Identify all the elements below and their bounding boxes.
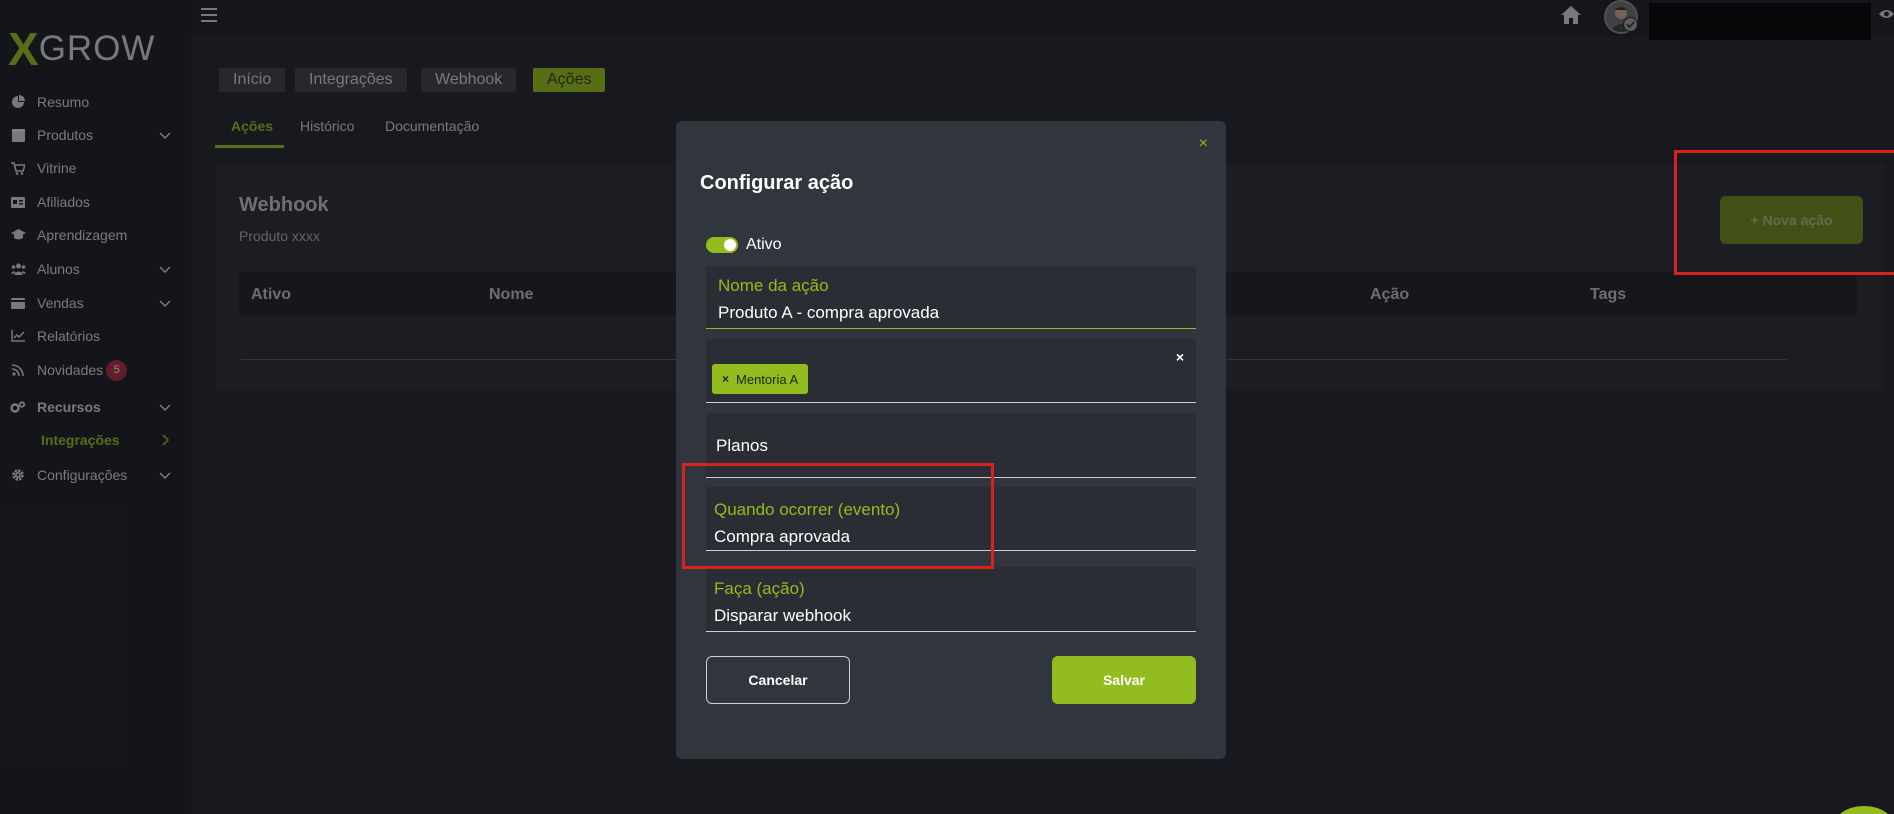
action-name-field[interactable]: Nome da ação Produto A - compra aprovada (706, 266, 1196, 329)
cancel-button[interactable]: Cancelar (706, 656, 850, 704)
clear-icon[interactable]: × (1176, 349, 1184, 365)
chip-label: Mentoria A (736, 371, 799, 387)
action-select[interactable]: Faça (ação) Disparar webhook (706, 567, 1196, 632)
active-toggle[interactable] (706, 237, 738, 253)
active-toggle-label: Ativo (746, 236, 782, 253)
save-button[interactable]: Salvar (1052, 656, 1196, 704)
action-name-label: Nome da ação (718, 276, 829, 295)
configure-action-modal: × Configurar ação Ativo Nome da ação Pro… (676, 121, 1226, 759)
close-icon[interactable]: × (1199, 135, 1208, 153)
highlight-box-new-action (1674, 150, 1894, 275)
action-label: Faça (ação) (714, 579, 805, 598)
action-value: Disparar webhook (714, 606, 852, 625)
chip-remove-icon[interactable]: × (722, 372, 729, 386)
modal-title: Configurar ação (700, 172, 854, 194)
toggle-knob (724, 239, 736, 251)
action-name-input[interactable]: Produto A - compra aprovada (718, 303, 939, 323)
highlight-box-event (682, 463, 994, 569)
plans-placeholder: Planos (716, 436, 768, 455)
products-select[interactable]: × Mentoria A × (706, 339, 1196, 403)
product-chip: × Mentoria A (712, 364, 809, 394)
